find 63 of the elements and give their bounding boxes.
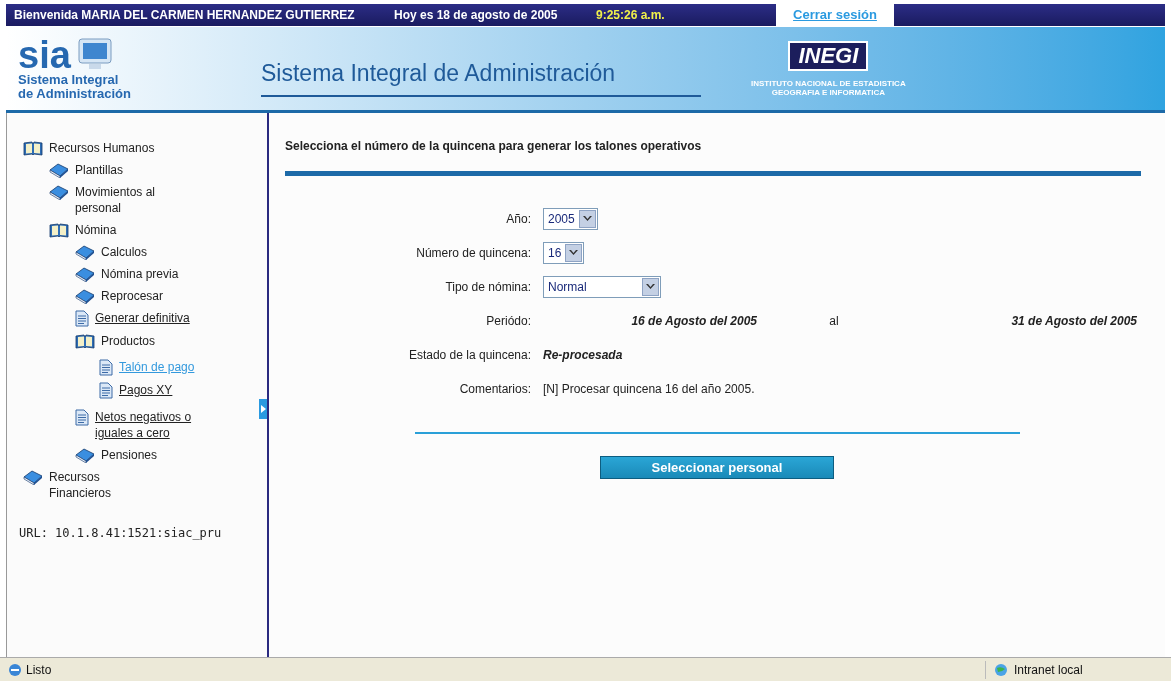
period-joiner: al: [828, 313, 840, 330]
book-icon: [23, 469, 43, 485]
book-icon: [75, 288, 95, 304]
clock-text: 9:25:26 a.m.: [596, 7, 666, 24]
field-label: Número de quincena:: [415, 245, 532, 262]
book-icon: [49, 184, 69, 200]
caret-icon: [578, 210, 596, 228]
inegi-caption: INSTITUTO NACIONAL DE ESTADISTICA: [751, 78, 906, 88]
date-text: Hoy es 18 de agosto de 2005: [394, 7, 559, 24]
tree-item[interactable]: Recursos Financieros: [49, 469, 161, 501]
tree-item[interactable]: Nómina: [75, 222, 117, 238]
inegi-caption: GEOGRAFIA E INFORMATICA: [771, 87, 885, 97]
document-icon: [99, 382, 113, 399]
book-icon: [75, 244, 95, 260]
tree-item[interactable]: Calculos: [101, 244, 148, 260]
book-icon: [75, 447, 95, 463]
open-book-icon: [23, 140, 43, 156]
field-label: Periódo:: [485, 313, 532, 330]
field-label: Año:: [505, 211, 532, 228]
comment-text: [N] Procesar quincena 16 del año 2005.: [543, 381, 755, 398]
welcome-text: Bienvenida MARIA DEL CARMEN HERNANDEZ GUTIERREZ: [14, 7, 356, 24]
field-label: Tipo de nómina:: [444, 279, 532, 296]
document-icon: [75, 409, 89, 426]
tree-item[interactable]: Netos negativos o iguales a cero: [95, 409, 207, 441]
open-book-icon: [75, 333, 95, 349]
inegi-logo: INEGI: [788, 40, 869, 71]
dropdown[interactable]: 16: [543, 242, 585, 264]
tree-item[interactable]: Movimientos al personal: [75, 184, 187, 216]
book-icon: [49, 162, 69, 178]
field-label: Comentarios:: [458, 381, 532, 398]
dropdown[interactable]: Normal: [543, 276, 661, 298]
caret-icon: [565, 244, 583, 262]
zone-text: Intranet local: [1014, 661, 1083, 679]
logo-line: Sistema Integral: [18, 72, 119, 87]
document-icon: [99, 359, 113, 376]
collapse-handle[interactable]: [259, 399, 267, 419]
dropdown-value: Normal: [547, 279, 588, 296]
caret-icon: [642, 278, 659, 296]
tree-item[interactable]: Pagos XY: [119, 382, 173, 398]
open-book-icon: [49, 222, 69, 238]
tree-item[interactable]: Recursos Humanos: [49, 140, 155, 156]
period-start: 16 de Agosto del 2005: [630, 313, 758, 330]
tree-item[interactable]: Plantillas: [75, 162, 124, 178]
tree-item[interactable]: Productos: [101, 333, 156, 349]
dropdown[interactable]: 2005: [543, 208, 598, 230]
tree-item[interactable]: Reprocesar: [101, 288, 164, 304]
section-heading: Selecciona el número de la quincena para generar los talones operativos: [285, 138, 703, 155]
period-end: 31 de Agosto del 2005: [1010, 313, 1137, 330]
status-text: Listo: [26, 661, 52, 679]
status-value: Re-procesada: [543, 347, 623, 364]
tree-item[interactable]: Pensiones: [101, 447, 158, 463]
logo-line: de Administración: [18, 86, 132, 101]
dropdown-value: 16: [547, 245, 563, 262]
page-title: Sistema Integral de Administración: [261, 56, 701, 97]
url-text: URL: 10.1.8.41:1521:siac_pru: [19, 525, 223, 542]
tree-item[interactable]: Generar definitiva: [95, 310, 190, 326]
document-icon: [75, 310, 89, 327]
book-icon: [75, 266, 95, 282]
field-label: Estado de la quincena:: [407, 347, 532, 364]
tree-item[interactable]: Nómina previa: [101, 266, 179, 282]
dropdown-value: 2005: [547, 211, 576, 228]
globe-icon: [994, 662, 1010, 677]
logo-word: sia: [18, 36, 71, 73]
